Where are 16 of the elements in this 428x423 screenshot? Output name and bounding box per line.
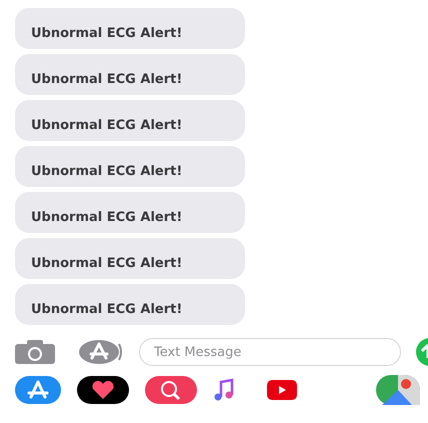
message-bubble: Ubnormal ECG Alert! — [15, 54, 245, 95]
message-bubble: Ubnormal ECG Alert! — [15, 146, 245, 187]
maps-icon[interactable] — [376, 375, 420, 405]
send-button[interactable] — [416, 338, 428, 366]
camera-button[interactable] — [15, 340, 55, 364]
message-bubble: Ubnormal ECG Alert! — [15, 238, 245, 279]
app-store-icon[interactable] — [15, 376, 61, 404]
message-field[interactable]: Text Message — [139, 338, 401, 366]
app-store-button[interactable] — [79, 339, 123, 365]
message-bubble: Ubnormal ECG Alert! — [15, 100, 245, 141]
message-bubble: Ubnormal ECG Alert! — [15, 192, 245, 233]
heart-icon[interactable] — [77, 376, 129, 404]
music-icon[interactable] — [213, 378, 235, 402]
message-bubble: Ubnormal ECG Alert! — [15, 284, 245, 325]
message-bubble: Ubnormal ECG Alert! — [15, 8, 245, 49]
video-play-icon[interactable] — [267, 380, 297, 400]
